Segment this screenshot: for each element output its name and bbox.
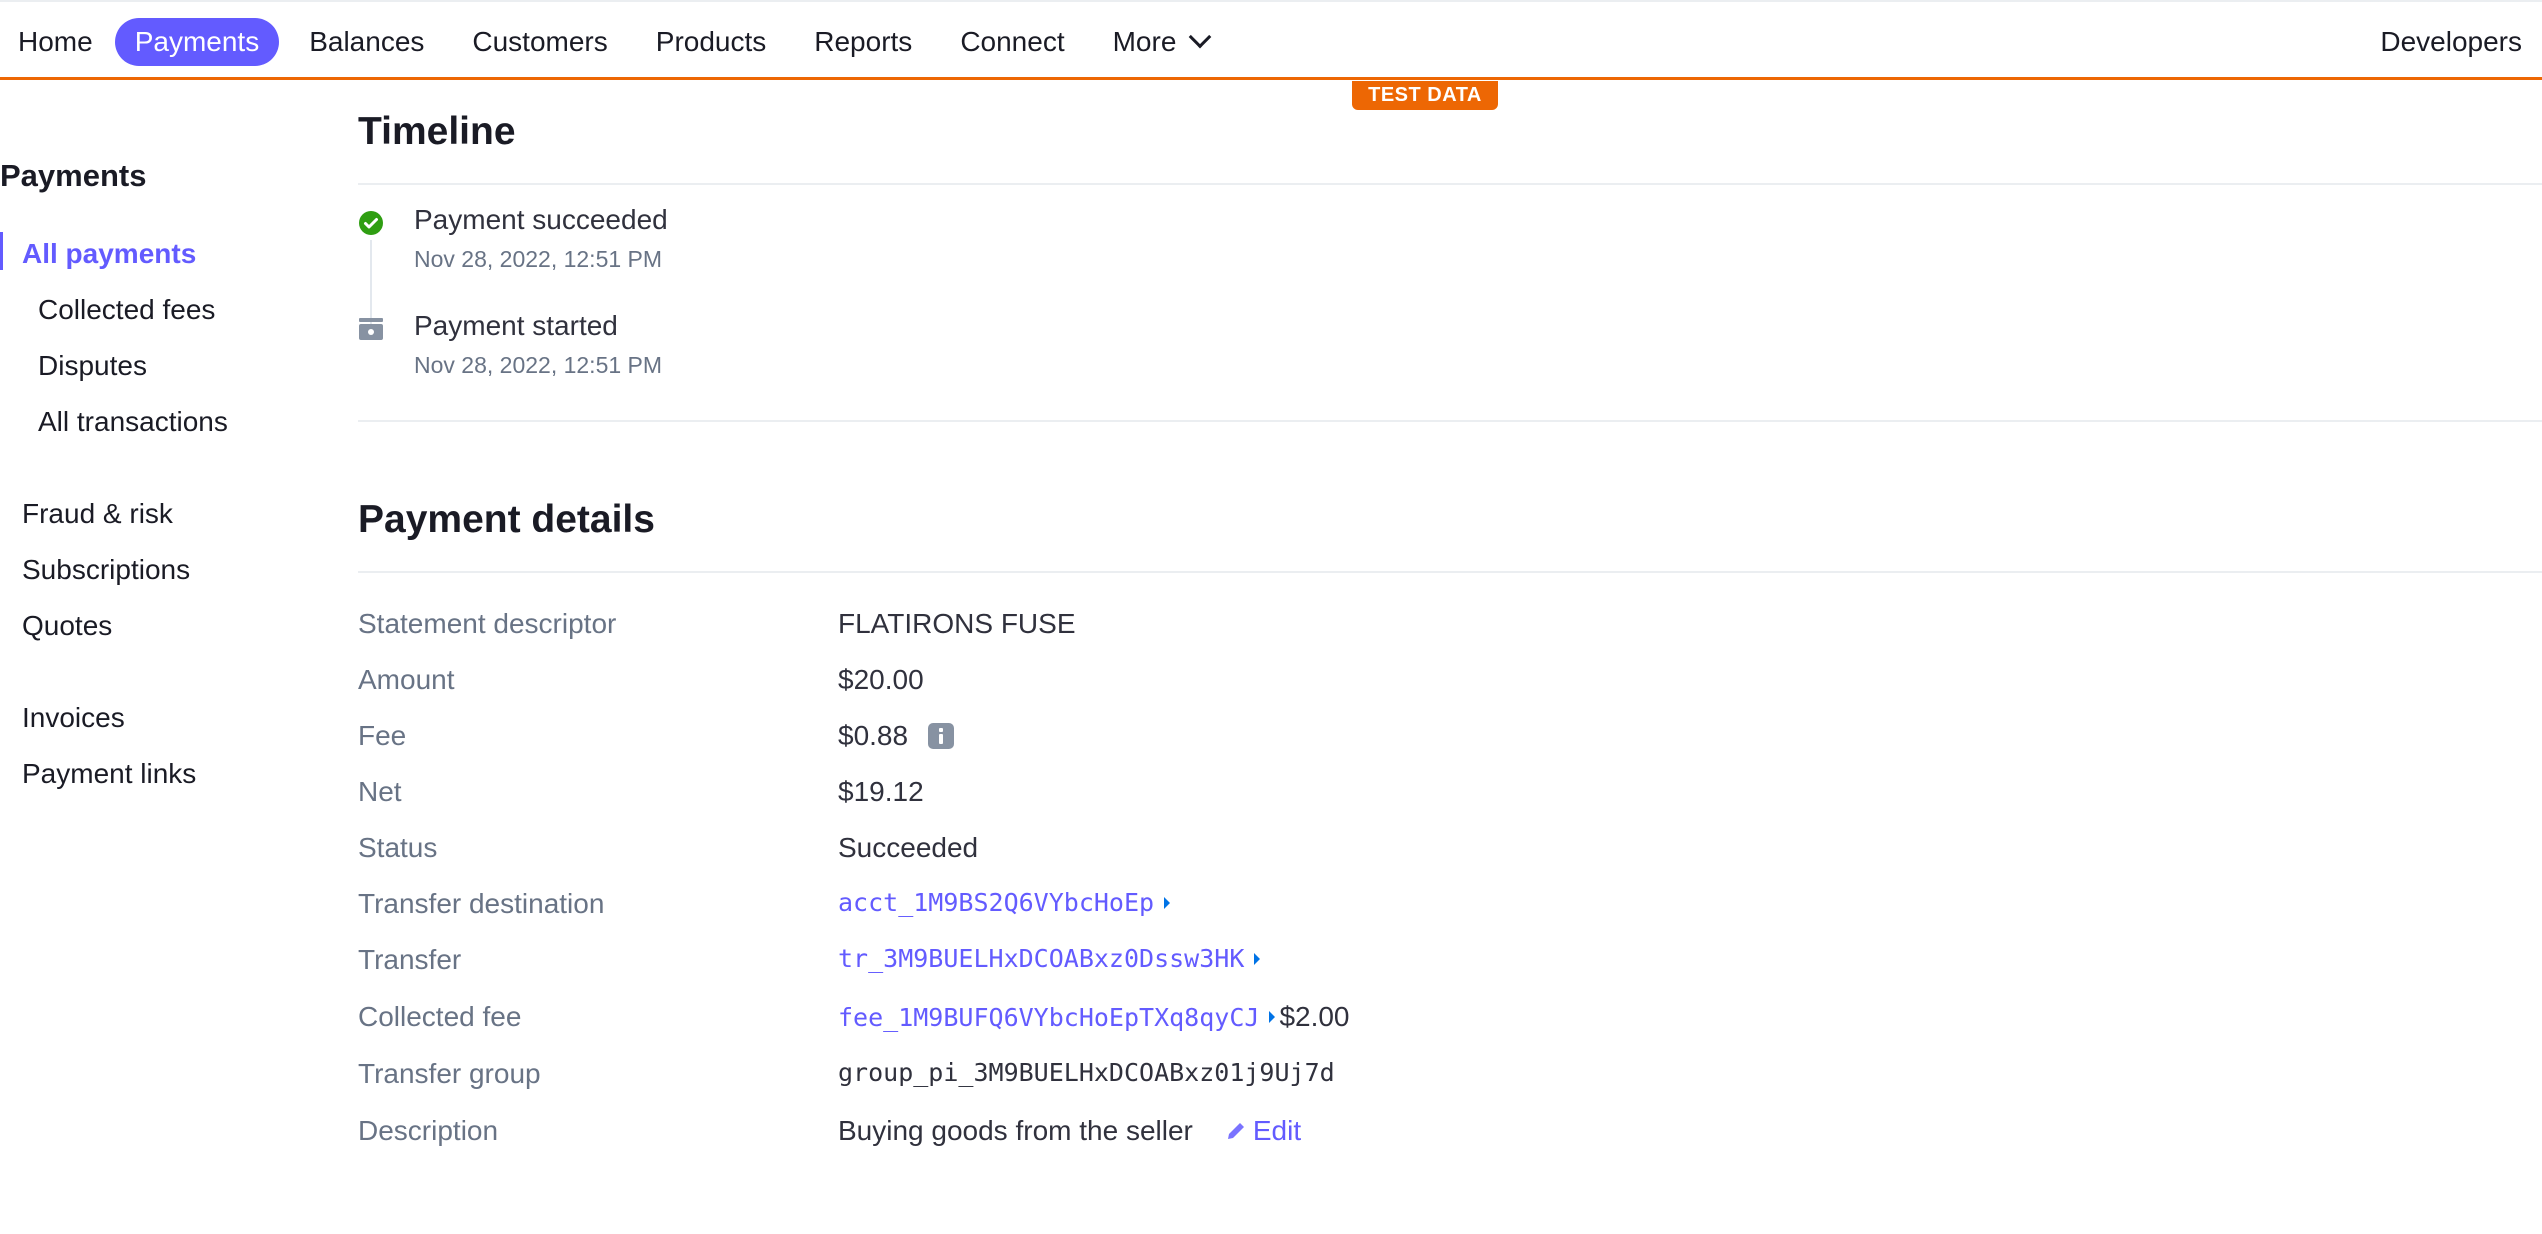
detail-label: Amount	[358, 664, 455, 695]
detail-value: group_pi_3M9BUELHxDCOABxz01j9Uj7d	[838, 1058, 1335, 1087]
nav-reports[interactable]: Reports	[796, 18, 930, 66]
collected-fee-link[interactable]: fee_1M9BUFQ6VYbcHoEpTXq8qyCJ	[838, 1003, 1259, 1032]
sidebar-item-invoices[interactable]: Invoices	[22, 702, 125, 734]
detail-row-net: Net $19.12	[358, 776, 2158, 816]
detail-label: Statement descriptor	[358, 608, 617, 639]
detail-value: Succeeded	[838, 832, 979, 863]
detail-row-collected-fee: Collected fee fee_1M9BUFQ6VYbcHoEpTXq8qy…	[358, 1001, 2158, 1041]
sidebar-item-fraud-risk[interactable]: Fraud & risk	[22, 498, 173, 530]
sidebar-item-subscriptions[interactable]: Subscriptions	[22, 554, 190, 586]
timeline-title: Timeline	[358, 110, 516, 153]
detail-label: Collected fee	[358, 1001, 522, 1032]
sidebar-item-all-payments[interactable]: All payments	[22, 238, 196, 270]
nav-developers[interactable]: Developers	[2380, 18, 2522, 66]
detail-value: $19.12	[838, 776, 924, 807]
timeline-connector	[370, 240, 372, 330]
detail-row-status: Status Succeeded	[358, 832, 2158, 872]
detail-row-transfer-group: Transfer group group_pi_3M9BUELHxDCOABxz…	[358, 1058, 2158, 1098]
collected-fee-amount: $2.00	[1279, 1001, 1350, 1032]
transfer-link[interactable]: tr_3M9BUELHxDCOABxz0Dssw3HK	[838, 944, 1244, 973]
main-nav: Home Payments Balances Customers Product…	[0, 18, 1238, 66]
top-navigation-bar: Home Payments Balances Customers Product…	[0, 0, 2542, 80]
detail-row-statement-descriptor: Statement descriptor FLATIRONS FUSE	[358, 608, 2158, 648]
timeline-event-time: Nov 28, 2022, 12:51 PM	[414, 246, 663, 272]
sidebar-item-disputes[interactable]: Disputes	[38, 350, 147, 382]
caret-right-icon	[1164, 896, 1171, 909]
detail-value: Buying goods from the seller Edit	[838, 1115, 1301, 1147]
nav-connect[interactable]: Connect	[942, 18, 1082, 66]
detail-value: $0.88	[838, 720, 955, 752]
payment-details-title: Payment details	[358, 498, 655, 541]
detail-label: Fee	[358, 720, 407, 751]
sidebar-item-payment-links[interactable]: Payment links	[22, 758, 196, 790]
sidebar-title: Payments	[0, 158, 147, 193]
detail-label: Transfer group	[358, 1058, 541, 1089]
test-data-badge: TEST DATA	[1352, 81, 1498, 110]
nav-payments[interactable]: Payments	[114, 18, 280, 66]
detail-label: Transfer	[358, 944, 462, 975]
edit-description-button[interactable]: Edit	[1225, 1115, 1301, 1147]
detail-value: tr_3M9BUELHxDCOABxz0Dssw3HK	[838, 944, 1264, 973]
sidebar-item-collected-fees[interactable]: Collected fees	[38, 294, 215, 326]
edit-label: Edit	[1252, 1115, 1302, 1146]
fee-value: $0.88	[838, 720, 909, 751]
divider	[358, 183, 2542, 185]
divider	[358, 420, 2542, 422]
description-value: Buying goods from the seller	[838, 1115, 1193, 1146]
sidebar-item-all-transactions[interactable]: All transactions	[38, 406, 228, 438]
detail-row-transfer: Transfer tr_3M9BUELHxDCOABxz0Dssw3HK	[358, 944, 2158, 984]
active-indicator	[0, 232, 3, 270]
sidebar-item-quotes[interactable]: Quotes	[22, 610, 112, 642]
detail-row-description: Description Buying goods from the seller…	[358, 1115, 2158, 1155]
timeline-event-time: Nov 28, 2022, 12:51 PM	[414, 352, 663, 378]
divider	[358, 571, 2542, 573]
nav-more-label: More	[1112, 26, 1177, 57]
nav-customers[interactable]: Customers	[454, 18, 625, 66]
pencil-icon	[1227, 1123, 1244, 1139]
caret-right-icon	[1269, 1011, 1276, 1023]
nav-balances[interactable]: Balances	[291, 18, 442, 66]
timeline-event: Payment succeeded Nov 28, 2022, 12:51 PM	[414, 204, 668, 273]
detail-row-transfer-destination: Transfer destination acct_1M9BS2Q6VYbcHo…	[358, 888, 2158, 928]
transfer-destination-link[interactable]: acct_1M9BS2Q6VYbcHoEp	[838, 888, 1154, 917]
detail-value: acct_1M9BS2Q6VYbcHoEp	[838, 888, 1174, 917]
timeline-event: Payment started Nov 28, 2022, 12:51 PM	[414, 310, 662, 379]
nav-more[interactable]: More	[1095, 18, 1227, 66]
caret-right-icon	[1254, 952, 1261, 965]
detail-label: Status	[358, 832, 438, 863]
timeline-event-title: Payment succeeded	[414, 204, 668, 235]
detail-row-fee: Fee $0.88	[358, 720, 2158, 760]
detail-label: Description	[358, 1115, 499, 1146]
detail-value: fee_1M9BUFQ6VYbcHoEpTXq8qyCJ $2.00	[838, 1001, 1350, 1033]
timeline-event-title: Payment started	[414, 310, 618, 341]
chevron-down-icon	[1189, 25, 1212, 49]
detail-row-amount: Amount $20.00	[358, 664, 2158, 704]
check-circle-icon	[358, 210, 384, 241]
payment-icon	[358, 318, 384, 345]
info-icon[interactable]	[928, 723, 955, 749]
nav-products[interactable]: Products	[638, 18, 785, 66]
detail-label: Transfer destination	[358, 888, 605, 919]
detail-label: Net	[358, 776, 402, 807]
detail-value: FLATIRONS FUSE	[838, 608, 1076, 639]
nav-home[interactable]: Home	[0, 18, 111, 66]
detail-value: $20.00	[838, 664, 924, 695]
